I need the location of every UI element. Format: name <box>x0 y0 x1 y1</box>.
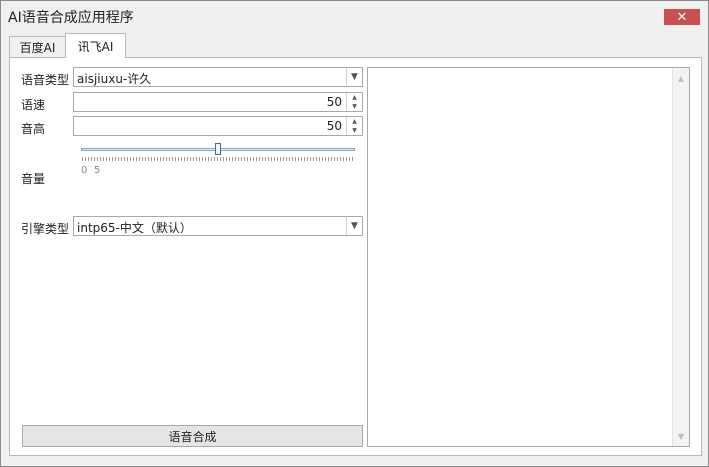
tab-xunfei-ai[interactable]: 讯飞AI <box>65 33 126 58</box>
close-button[interactable]: ✕ <box>664 9 700 25</box>
speed-decrease-icon[interactable]: ▼ <box>347 102 362 111</box>
vertical-scrollbar[interactable]: ▲ ▼ <box>672 68 689 446</box>
volume-value-label: 5 <box>94 165 101 176</box>
volume-label: 音量 <box>21 172 46 186</box>
slider-thumb[interactable] <box>215 143 221 155</box>
speed-increase-icon[interactable]: ▲ <box>347 93 362 102</box>
engine-type-label: 引擎类型 <box>21 222 70 236</box>
text-input-area[interactable]: ▲ ▼ <box>367 67 690 447</box>
pitch-increase-icon[interactable]: ▲ <box>347 117 362 126</box>
chevron-down-icon[interactable]: ▼ <box>346 217 362 235</box>
pitch-decrease-icon[interactable]: ▼ <box>347 126 362 135</box>
app-window: AI语音合成应用程序 ✕ 百度AI 讯飞AI 语音类型 aisjiuxu-许久 … <box>0 0 709 467</box>
close-icon: ✕ <box>676 9 688 25</box>
voice-type-select[interactable]: aisjiuxu-许久 ▼ <box>73 67 363 87</box>
voice-type-label: 语音类型 <box>21 73 70 87</box>
pitch-stepper[interactable]: 50 ▲ ▼ <box>73 116 363 136</box>
speed-value: 50 <box>326 95 342 109</box>
pitch-label: 音高 <box>21 122 46 136</box>
scroll-up-icon[interactable]: ▲ <box>673 70 689 86</box>
speed-label: 语速 <box>21 98 46 112</box>
slider-ticks <box>82 157 354 161</box>
speed-stepper[interactable]: 50 ▲ ▼ <box>73 92 363 112</box>
title-bar: AI语音合成应用程序 ✕ <box>1 1 708 31</box>
engine-type-value: intp65-中文（默认） <box>77 221 192 235</box>
tab-baidu-ai[interactable]: 百度AI <box>9 36 66 57</box>
pitch-value: 50 <box>326 119 342 133</box>
scroll-down-icon[interactable]: ▼ <box>673 428 689 444</box>
chevron-down-icon[interactable]: ▼ <box>346 68 362 86</box>
window-title: AI语音合成应用程序 <box>8 10 134 26</box>
volume-slider[interactable] <box>81 142 357 164</box>
synthesize-button[interactable]: 语音合成 <box>22 425 363 447</box>
volume-min-label: 0 <box>81 165 88 176</box>
voice-type-value: aisjiuxu-许久 <box>77 72 152 86</box>
engine-type-select[interactable]: intp65-中文（默认） ▼ <box>73 216 363 236</box>
